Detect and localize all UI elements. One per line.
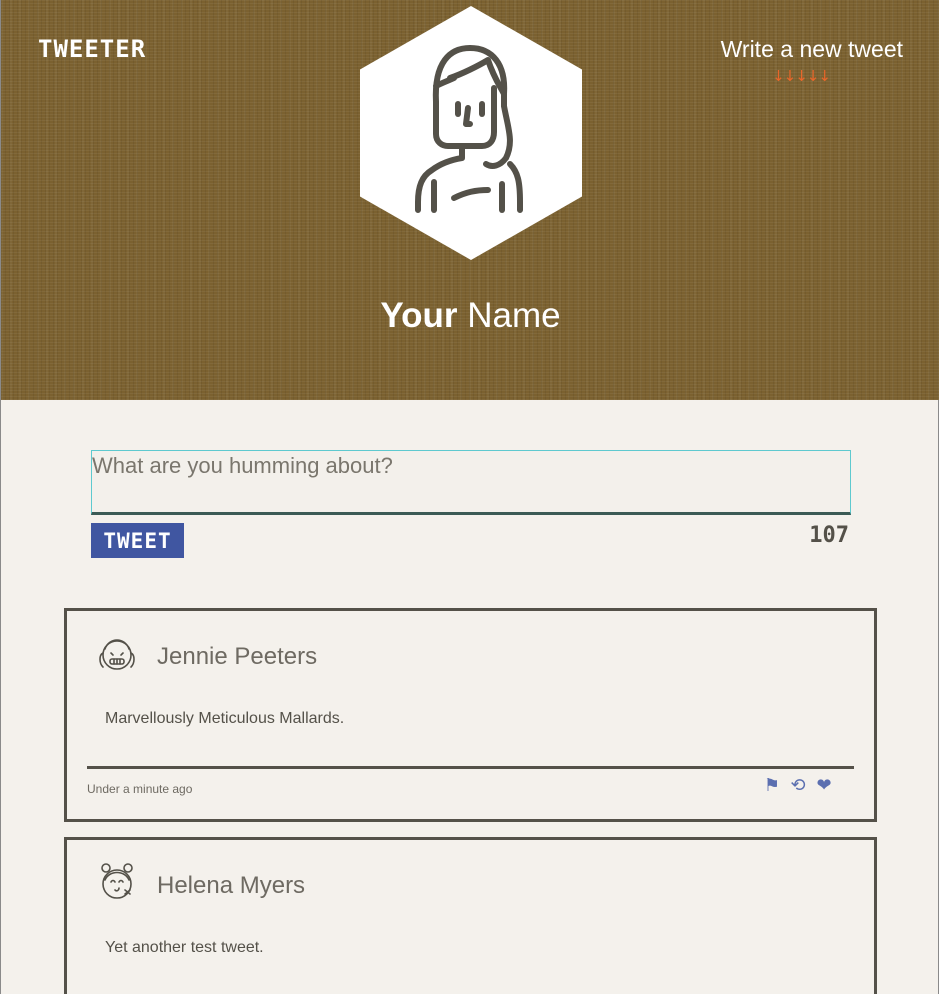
tweet-timestamp: Under a minute ago (87, 782, 193, 796)
profile-first-name: Your (380, 296, 458, 335)
tweet-input[interactable] (92, 451, 850, 512)
flag-icon[interactable]: ⚑ (762, 775, 782, 796)
heart-icon[interactable]: ❤ (814, 775, 834, 796)
tweet-card: Helena Myers Yet another test tweet. (64, 837, 877, 994)
user-avatar-icon (101, 863, 133, 899)
profile-avatar (360, 6, 582, 260)
tweet-actions: ⚑ ⟲ ❤ (762, 775, 834, 796)
tweet-divider (87, 766, 854, 769)
user-avatar-icon (415, 45, 523, 213)
new-tweet-form (91, 450, 851, 515)
tweet-author-name: Helena Myers (157, 872, 306, 899)
tweet-button[interactable]: TWEET (91, 523, 184, 558)
tweet-content: Marvellously Meticulous Mallards. (105, 710, 345, 727)
write-new-tweet-link[interactable]: Write a new tweet ↓↓↓↓↓ (703, 36, 903, 85)
tweet-content: Yet another test tweet. (105, 939, 264, 956)
user-avatar-icon (99, 639, 135, 670)
write-new-tweet-label[interactable]: Write a new tweet (703, 36, 903, 63)
retweet-icon[interactable]: ⟲ (788, 775, 808, 796)
profile-name: Your Name (1, 296, 939, 336)
tweet-card: Jennie Peeters Marvellously Meticulous M… (64, 608, 877, 822)
profile-last-name: Name (457, 296, 561, 335)
arrow-down-icon[interactable]: ↓↓↓↓↓ (761, 67, 841, 85)
profile-header: TWEETER Write a new tweet ↓↓↓↓↓ Your Nam… (1, 0, 939, 400)
app-logo[interactable]: TWEETER (38, 35, 146, 63)
character-counter: 107 (809, 523, 849, 548)
tweet-author-name: Jennie Peeters (157, 643, 318, 670)
